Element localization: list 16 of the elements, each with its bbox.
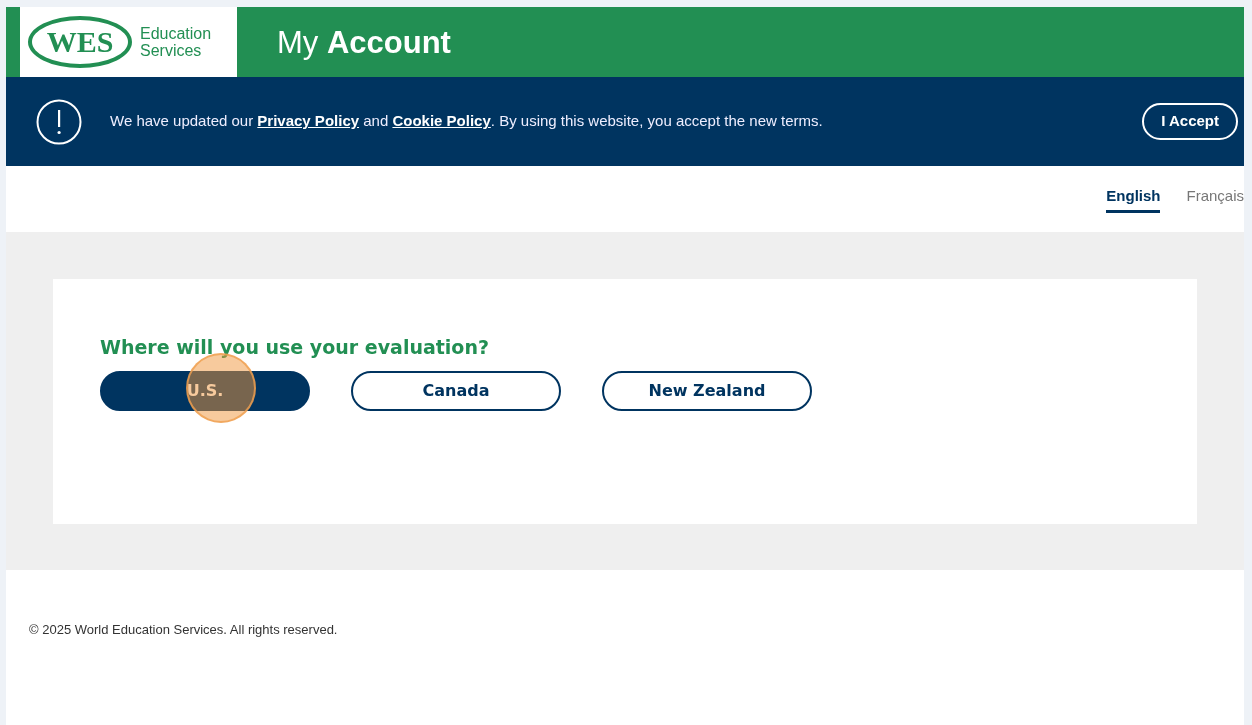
logo-subtitle: Education (140, 25, 212, 42)
country-option-button[interactable]: New Zealand (602, 370, 812, 411)
language-tab[interactable]: English (1106, 185, 1161, 213)
question-heading: Where will you use your evaluation? (100, 335, 490, 360)
policy-link[interactable]: Cookie Policy (392, 112, 491, 130)
policy-link[interactable]: Privacy Policy (257, 112, 360, 130)
copyright-text: © 2025 World Education Services. All rights reserved. (28, 621, 339, 639)
logo-subtitle: Services (140, 42, 203, 59)
notice-text: We have updated our Privacy Policy and Cookie Policy. By using this website, you accept the new terms. (110, 111, 824, 132)
alert-icon (36, 98, 82, 145)
logo: WES (28, 16, 132, 68)
page-title: My Account (277, 25, 451, 62)
country-option-button[interactable]: Canada (351, 370, 561, 411)
accept-button[interactable]: I Accept (1142, 103, 1238, 140)
country-option-button[interactable]: U.S. (100, 370, 310, 411)
language-tab[interactable]: Français (1186, 185, 1244, 213)
